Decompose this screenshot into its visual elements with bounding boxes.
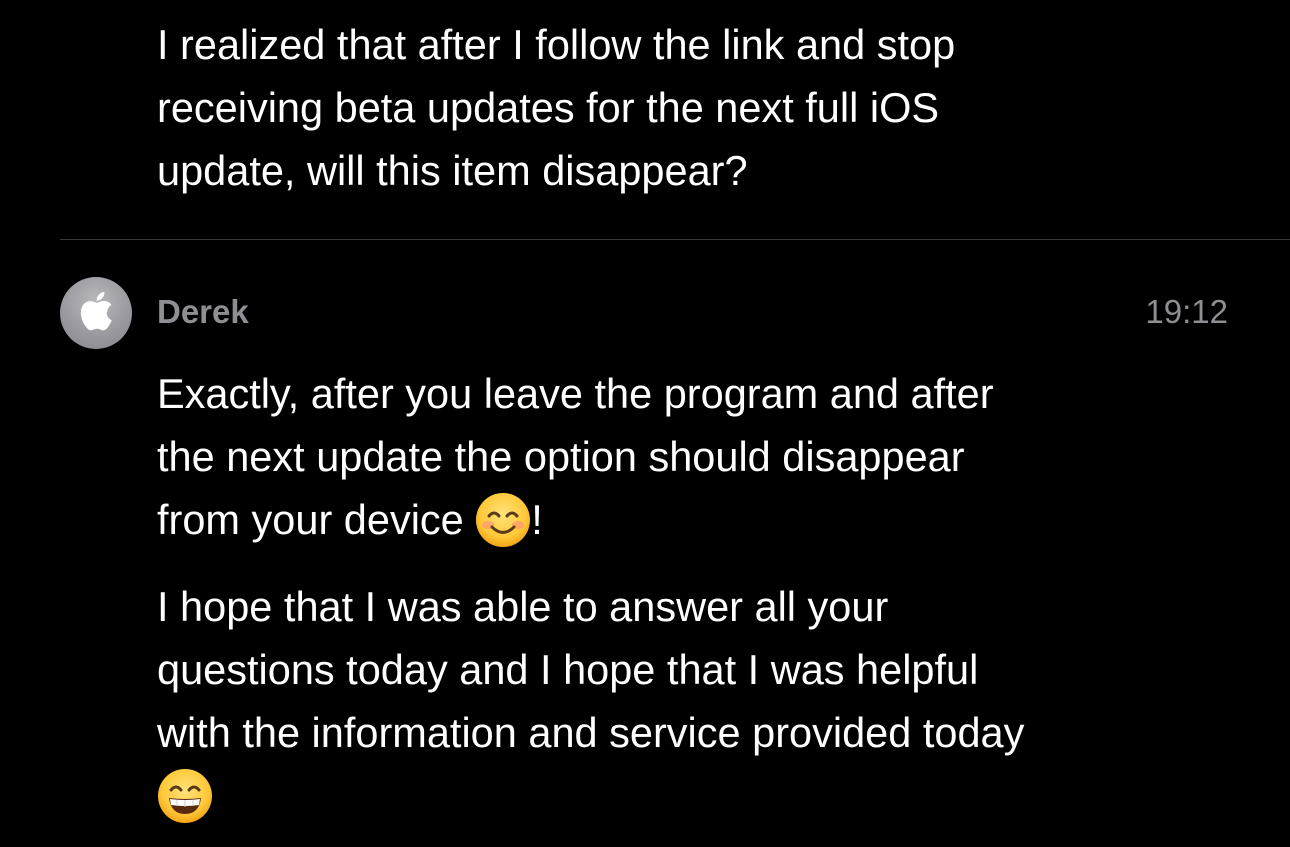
- reply-paragraph-1: Exactly, after you leave the program and…: [157, 362, 994, 551]
- message-line: questions today and I hope that I was he…: [157, 646, 979, 693]
- message-line: [157, 764, 1024, 827]
- message-line: Exactly, after you leave the program and…: [157, 370, 994, 417]
- smiling-face-icon: [475, 492, 531, 548]
- reply-paragraph-2: I hope that I was able to answer all you…: [157, 575, 1024, 827]
- sender-name: Derek: [157, 293, 249, 330]
- apple-logo-icon: [79, 291, 113, 336]
- message-line: the next update the option should disapp…: [157, 433, 965, 480]
- message-divider: [60, 239, 1290, 240]
- message-line-suffix: !: [531, 496, 543, 543]
- message-line-text: from your device: [157, 496, 476, 543]
- message-line: update, will this item disappear?: [157, 147, 748, 194]
- avatar[interactable]: [60, 277, 132, 349]
- grinning-face-icon: [157, 768, 213, 824]
- message-line: I hope that I was able to answer all you…: [157, 583, 889, 630]
- message-line: receiving beta updates for the next full…: [157, 84, 940, 131]
- previous-message-text: I realized that after I follow the link …: [157, 13, 955, 202]
- message-line: I realized that after I follow the link …: [157, 21, 956, 68]
- message-line: from your device !: [157, 488, 994, 551]
- message-line: with the information and service provide…: [157, 709, 1025, 756]
- message-timestamp: 19:12: [1145, 293, 1228, 330]
